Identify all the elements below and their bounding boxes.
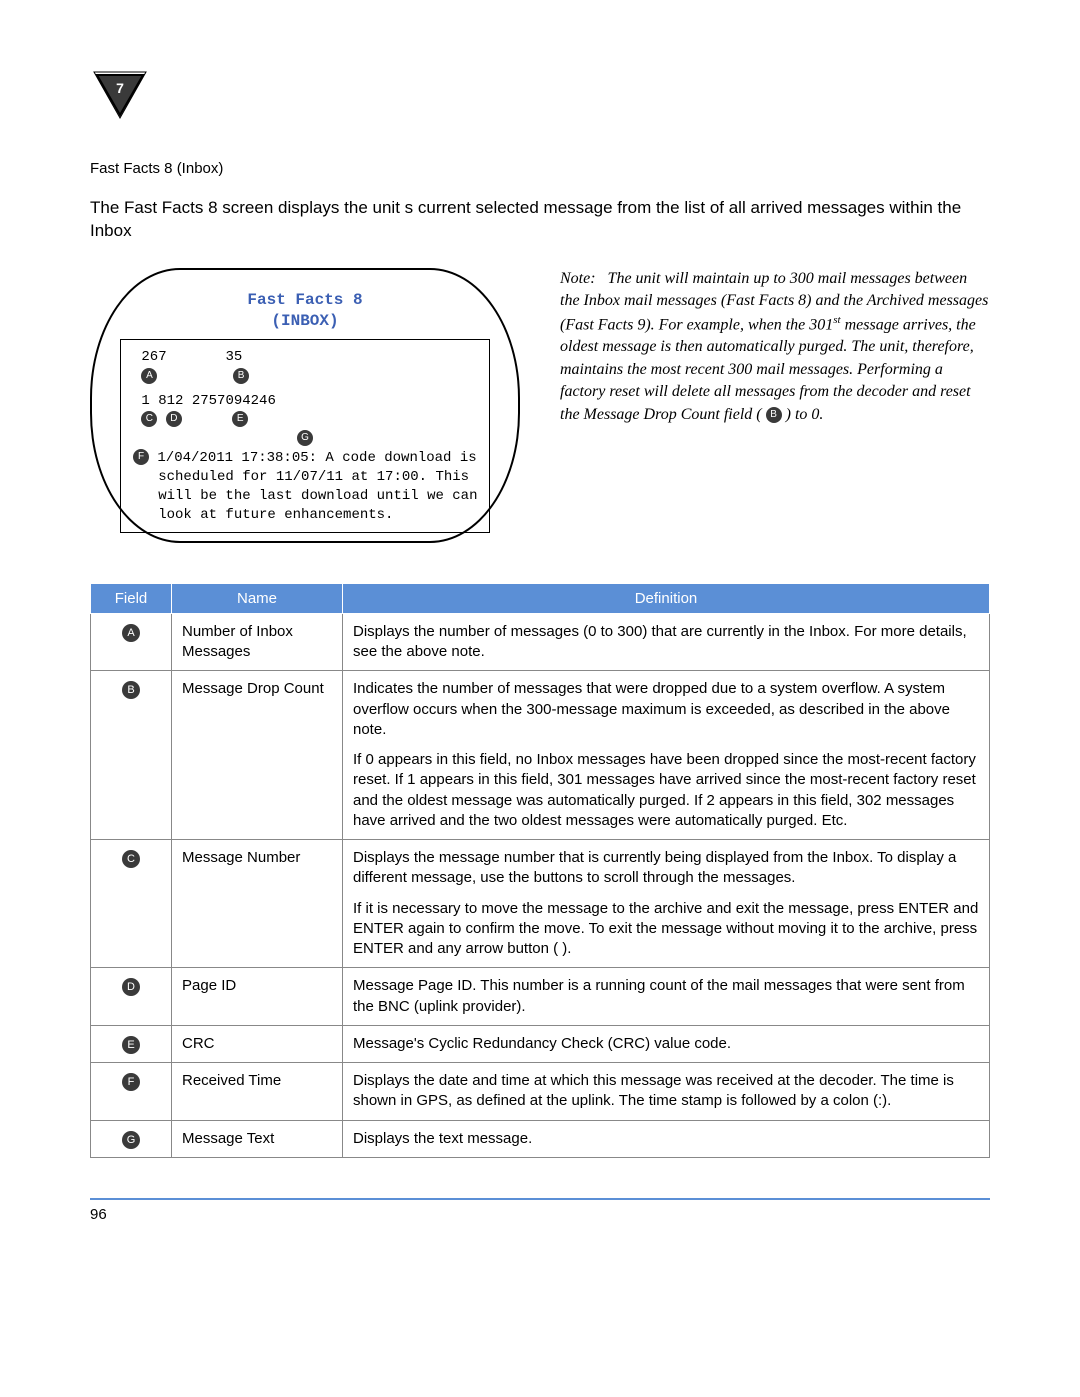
field-definition-cell: Displays the date and time at which this… [343,1063,990,1121]
table-row: D Page IDMessage Page ID. This number is … [91,968,990,1026]
callout-f-icon: F [133,449,149,465]
screen-body: 267 35 A B 1 812 2757094246 C D E G F 1/… [120,339,490,533]
row-values-2: 1 812 2757094246 [133,392,477,411]
note-bullet-b-icon: B [766,407,782,423]
row-callouts-1: A B [133,367,477,386]
field-definition-cell: Displays the number of messages (0 to 30… [343,613,990,671]
callout-b-icon: B [233,368,249,384]
note: Note: The unit will maintain up to 300 m… [560,268,990,543]
th-name: Name [172,583,343,613]
field-name-cell: CRC [172,1025,343,1062]
field-letter-cell: E [91,1025,172,1062]
page-footer: 96 [90,1198,990,1223]
field-letter-cell: D [91,968,172,1026]
field-name-cell: Message Drop Count [172,671,343,840]
field-name-cell: Page ID [172,968,343,1026]
definition-paragraph: Indicates the number of messages that we… [353,679,979,740]
field-bullet-icon: F [122,1073,140,1091]
callout-a-icon: A [141,368,157,384]
th-field: Field [91,583,172,613]
table-row: F Received TimeDisplays the date and time… [91,1063,990,1121]
page: 7 Fast Facts 8 (Inbox) The Fast Facts 8 … [0,0,1080,1263]
field-bullet-icon: A [122,624,140,642]
screen-outline: Fast Facts 8 (INBOX) 267 35 A B 1 812 27… [90,268,520,543]
definition-paragraph: Displays the message number that is curr… [353,848,979,889]
note-body-tail: ) to 0. [782,406,824,423]
table-row: C Message NumberDisplays the message numb… [91,840,990,968]
chapter-number: 7 [90,80,150,96]
definition-paragraph: Displays the date and time at which this… [353,1071,979,1112]
field-bullet-icon: C [122,850,140,868]
field-definition-cell: Message Page ID. This number is a runnin… [343,968,990,1026]
field-definition-cell: Displays the text message. [343,1120,990,1157]
table-row: G Message Text Displays the text message. [91,1120,990,1157]
section-title: Fast Facts 8 (Inbox) [90,160,990,177]
definition-paragraph: Displays the number of messages (0 to 30… [353,622,979,663]
definition-paragraph: If it is necessary to move the message t… [353,899,979,960]
th-definition: Definition [343,583,990,613]
definition-paragraph: Message Page ID. This number is a runnin… [353,976,979,1017]
figure-and-note: Fast Facts 8 (INBOX) 267 35 A B 1 812 27… [90,268,990,543]
row-callouts-2: C D E [133,411,477,430]
callout-d-icon: D [166,411,182,427]
callout-c-icon: C [141,411,157,427]
field-letter-cell: F [91,1063,172,1121]
field-letter-cell: B [91,671,172,840]
table-row: B Message Drop CountIndicates the number … [91,671,990,840]
definition-paragraph: Displays the text message. [353,1129,979,1149]
note-lead: Note: [560,270,596,287]
definition-paragraph: Message's Cyclic Redundancy Check (CRC) … [353,1034,979,1054]
footer-rule [90,1198,990,1200]
field-table: Field Name Definition A Number of Inbox M… [90,583,990,1158]
screen-title: Fast Facts 8 (INBOX) [120,290,490,332]
field-name-cell: Number of Inbox Messages [172,613,343,671]
msg-line-4: look at future enhancements. [133,506,477,525]
screen-figure: Fast Facts 8 (INBOX) 267 35 A B 1 812 27… [90,268,520,543]
field-definition-cell: Message's Cyclic Redundancy Check (CRC) … [343,1025,990,1062]
table-row: E CRC Message's Cyclic Redundancy Check (C… [91,1025,990,1062]
field-name-cell: Received Time [172,1063,343,1121]
field-bullet-icon: B [122,681,140,699]
chapter-badge: 7 [90,70,150,120]
table-row: A Number of Inbox MessagesDisplays the nu… [91,613,990,671]
screen-title-line2: (INBOX) [271,312,338,330]
msg-line-3: will be the last download until we can [133,487,477,506]
callout-g-icon: G [297,430,313,446]
definition-paragraph: If 0 appears in this field, no Inbox mes… [353,750,979,831]
field-bullet-icon: G [122,1131,140,1149]
field-letter-cell: C [91,840,172,968]
field-letter-cell: G [91,1120,172,1157]
field-bullet-icon: E [122,1036,140,1054]
msg-line-1: F 1/04/2011 17:38:05: A code download is [133,449,477,468]
field-letter-cell: A [91,613,172,671]
intro-paragraph: The Fast Facts 8 screen displays the uni… [90,197,990,243]
page-number: 96 [90,1206,990,1223]
field-name-cell: Message Text [172,1120,343,1157]
field-definition-cell: Displays the message number that is curr… [343,840,990,968]
row-values-1: 267 35 [133,348,477,367]
field-definition-cell: Indicates the number of messages that we… [343,671,990,840]
callout-e-icon: E [232,411,248,427]
field-bullet-icon: D [122,978,140,996]
msg-line-2: scheduled for 11/07/11 at 17:00. This [133,468,477,487]
row-callout-g: G [133,430,477,449]
screen-title-line1: Fast Facts 8 [247,291,362,309]
field-name-cell: Message Number [172,840,343,968]
note-sup: st [833,314,840,326]
